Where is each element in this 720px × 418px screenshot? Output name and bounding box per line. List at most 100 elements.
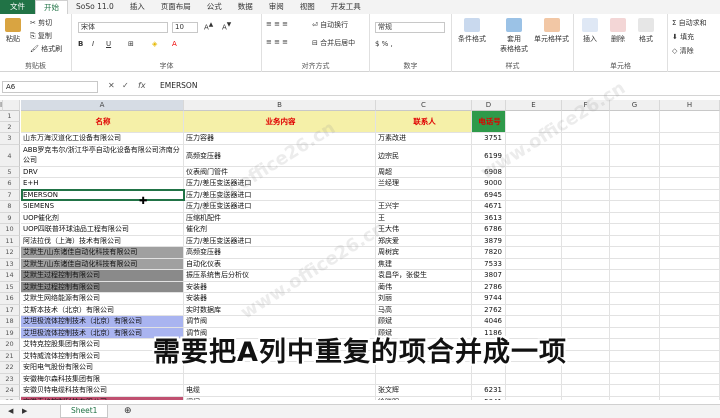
row-header[interactable]: 9 bbox=[0, 212, 20, 224]
empty-cell[interactable] bbox=[610, 385, 660, 397]
cut-button[interactable]: ✂ 剪切 bbox=[30, 18, 52, 28]
empty-cell[interactable] bbox=[660, 258, 720, 270]
conditional-format-button[interactable]: 条件格式 bbox=[458, 18, 486, 44]
row-header[interactable]: 3 bbox=[0, 133, 20, 145]
empty-cell[interactable] bbox=[562, 133, 610, 145]
empty-cell[interactable] bbox=[506, 247, 562, 259]
autosum-button[interactable]: Σ 自动求和 bbox=[672, 18, 707, 28]
row-header[interactable]: 16 bbox=[0, 293, 20, 305]
cell-c[interactable]: 徐晓明 bbox=[376, 396, 472, 400]
row-header[interactable]: 24 bbox=[0, 385, 20, 397]
cell-a[interactable]: 安徽梅尔森科技集团有限 bbox=[21, 373, 184, 385]
row-header[interactable]: 17 bbox=[0, 304, 20, 316]
cell-b[interactable] bbox=[184, 373, 376, 385]
empty-cell[interactable] bbox=[506, 224, 562, 236]
cell-b[interactable]: 调节阀 bbox=[184, 316, 376, 328]
row-header[interactable]: 18 bbox=[0, 316, 20, 328]
cell-c[interactable]: 袁昌华，张俊生 bbox=[376, 270, 472, 282]
empty-cell[interactable] bbox=[610, 373, 660, 385]
empty-cell[interactable] bbox=[610, 304, 660, 316]
cell-a[interactable]: 安徽泰格控制科技有限公司 bbox=[21, 396, 184, 400]
cell-b[interactable]: 阀门 bbox=[184, 396, 376, 400]
row-header[interactable]: 25 bbox=[0, 396, 20, 400]
cell-d[interactable]: 3807 bbox=[472, 270, 506, 282]
format-painter-button[interactable]: 🖌 格式刷 bbox=[30, 44, 62, 54]
ribbon-tab-6[interactable]: 数据 bbox=[230, 0, 261, 14]
border-icon[interactable]: ⊞ bbox=[128, 40, 134, 48]
underline-button[interactable]: U bbox=[106, 40, 111, 48]
empty-cell[interactable] bbox=[610, 201, 660, 213]
empty-cell[interactable] bbox=[610, 316, 660, 328]
align-top-icon[interactable]: ≡ ≡ ≡ bbox=[266, 20, 288, 28]
empty-cell[interactable] bbox=[562, 247, 610, 259]
cell-a[interactable]: ABB罗克韦尔/浙江华亭自动化设备有限公司济南分公司 bbox=[21, 144, 184, 167]
empty-cell[interactable] bbox=[562, 270, 610, 282]
cell-d[interactable]: 7533 bbox=[472, 258, 506, 270]
format-as-table-button[interactable]: 套用 表格格式 bbox=[500, 18, 528, 54]
shrink-font-icon[interactable]: A▼ bbox=[222, 22, 231, 31]
empty-cell[interactable] bbox=[506, 201, 562, 213]
empty-cell[interactable] bbox=[506, 316, 562, 328]
empty-cell[interactable] bbox=[562, 235, 610, 247]
delete-cells-button[interactable]: 删除 bbox=[610, 18, 626, 44]
column-header-C[interactable]: C bbox=[376, 100, 472, 111]
italic-button[interactable]: I bbox=[92, 40, 94, 48]
cell-d[interactable]: 3879 bbox=[472, 235, 506, 247]
column-header-B[interactable]: B bbox=[184, 100, 376, 111]
row-header[interactable]: 7 bbox=[0, 189, 20, 201]
empty-cell[interactable] bbox=[610, 111, 660, 133]
cell-b[interactable]: 压力容器 bbox=[184, 133, 376, 145]
empty-cell[interactable] bbox=[660, 212, 720, 224]
add-sheet-icon[interactable]: ⊕ bbox=[124, 406, 132, 416]
empty-cell[interactable] bbox=[610, 189, 660, 201]
empty-cell[interactable] bbox=[506, 212, 562, 224]
empty-cell[interactable] bbox=[610, 178, 660, 190]
empty-cell[interactable] bbox=[660, 201, 720, 213]
row-header[interactable]: 23 bbox=[0, 373, 20, 385]
cell-c[interactable]: 万素改进 bbox=[376, 133, 472, 145]
row-header[interactable]: 15 bbox=[0, 281, 20, 293]
cell-b[interactable]: 电缆 bbox=[184, 385, 376, 397]
empty-cell[interactable] bbox=[562, 189, 610, 201]
sheet-next-icon[interactable]: ▶ bbox=[22, 407, 27, 415]
row-header[interactable]: 4 bbox=[0, 144, 20, 167]
cell-b[interactable]: 催化剂 bbox=[184, 224, 376, 236]
cell-d[interactable] bbox=[472, 373, 506, 385]
empty-cell[interactable] bbox=[660, 235, 720, 247]
cell-c[interactable]: 王大伟 bbox=[376, 224, 472, 236]
cell-a[interactable]: 艾默生/山东诸佳自动化科技有限公司 bbox=[21, 258, 184, 270]
empty-cell[interactable] bbox=[562, 293, 610, 305]
row-header[interactable]: 13 bbox=[0, 258, 20, 270]
empty-cell[interactable] bbox=[610, 224, 660, 236]
row-header[interactable]: 14 bbox=[0, 270, 20, 282]
cell-d[interactable]: 3613 bbox=[472, 212, 506, 224]
ribbon-tab-9[interactable]: 开发工具 bbox=[323, 0, 369, 14]
empty-cell[interactable] bbox=[660, 281, 720, 293]
active-cell-selection[interactable] bbox=[21, 188, 185, 201]
empty-cell[interactable] bbox=[660, 304, 720, 316]
copy-button[interactable]: ⎘ 复制 bbox=[30, 31, 52, 41]
empty-cell[interactable] bbox=[562, 178, 610, 190]
cell-c[interactable]: 焦建 bbox=[376, 258, 472, 270]
cell-d[interactable]: 4671 bbox=[472, 201, 506, 213]
empty-cell[interactable] bbox=[610, 133, 660, 145]
font-size-combo[interactable]: 10 bbox=[172, 22, 198, 33]
column-header-I[interactable]: I bbox=[0, 100, 4, 111]
cell-d[interactable]: 6945 bbox=[472, 189, 506, 201]
header-cell-b[interactable]: 业务内容 bbox=[184, 111, 376, 133]
ribbon-tab-0[interactable]: 文件 bbox=[0, 0, 35, 14]
row-header[interactable]: 5 bbox=[0, 166, 20, 178]
sheet-tab-sheet1[interactable]: Sheet1 bbox=[60, 405, 109, 418]
empty-cell[interactable] bbox=[610, 247, 660, 259]
ribbon-tab-8[interactable]: 视图 bbox=[292, 0, 323, 14]
cell-d[interactable]: 3751 bbox=[472, 133, 506, 145]
column-header-D[interactable]: D bbox=[472, 100, 506, 111]
cell-d[interactable]: 7820 bbox=[472, 247, 506, 259]
cell-a[interactable]: 艾坦极流体控制技术（北京）有限公司 bbox=[21, 316, 184, 328]
wrap-text-button[interactable]: ⏎ 自动换行 bbox=[312, 20, 348, 30]
fx-icon[interactable]: fx bbox=[138, 81, 146, 90]
cell-a[interactable]: 山东万海汉道化工设备有限公司 bbox=[21, 133, 184, 145]
cell-d[interactable]: 5041 bbox=[472, 396, 506, 400]
header-cell-d[interactable]: 电话号 bbox=[472, 111, 506, 133]
empty-cell[interactable] bbox=[660, 247, 720, 259]
